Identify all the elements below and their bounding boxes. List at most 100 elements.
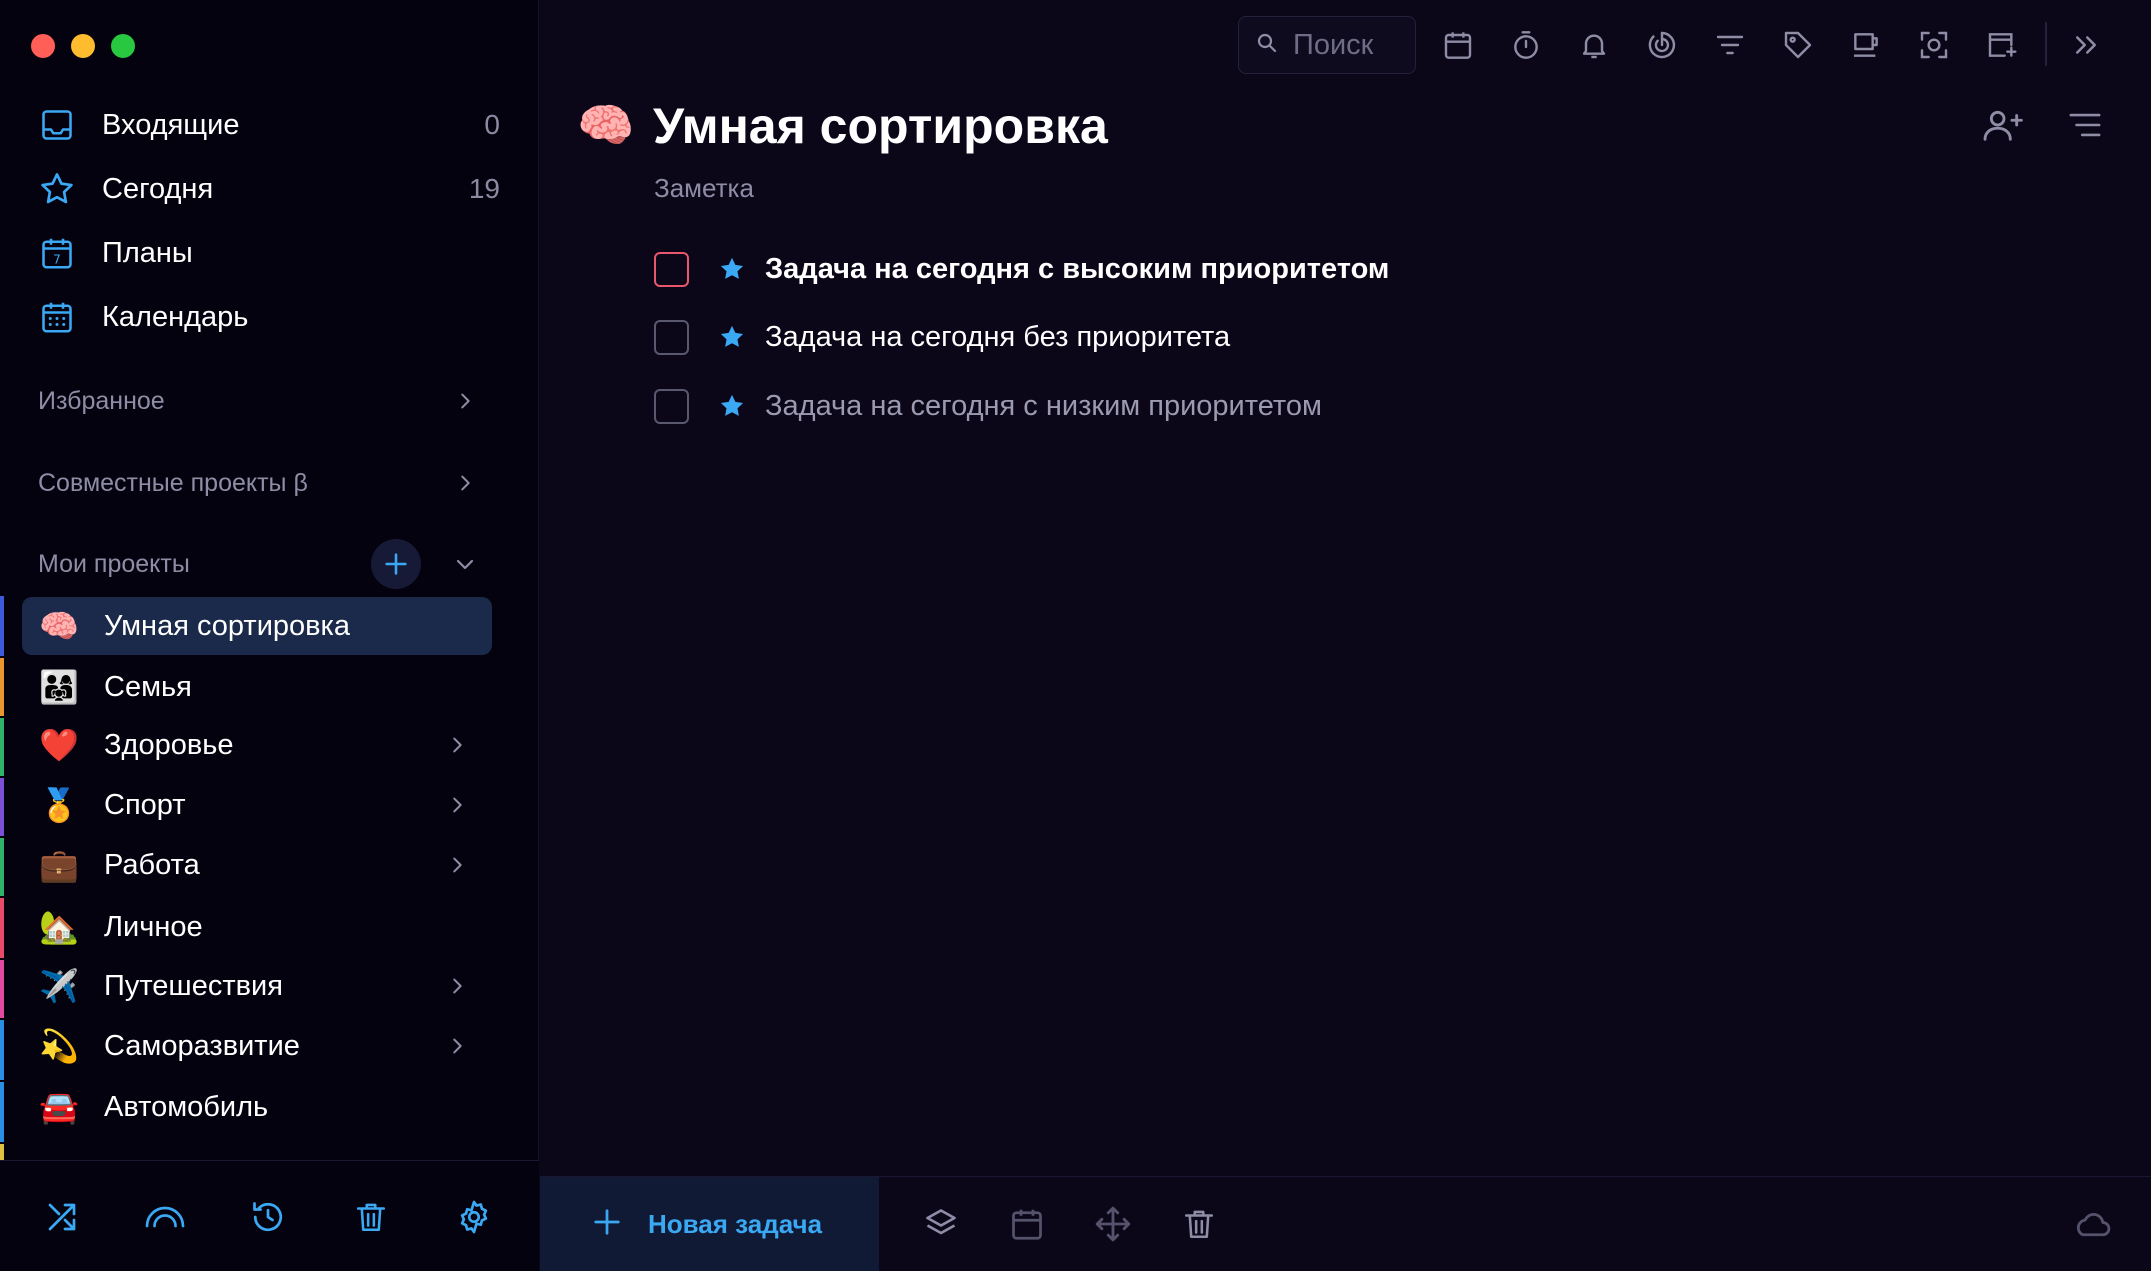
calendar-icon[interactable] bbox=[1002, 1199, 1052, 1249]
chevron-right-icon[interactable] bbox=[442, 790, 472, 820]
task-checkbox[interactable] bbox=[654, 319, 689, 355]
focus-icon[interactable] bbox=[1911, 22, 1957, 68]
sort-icon[interactable] bbox=[2058, 100, 2112, 150]
car-icon: 🚘 bbox=[39, 1089, 79, 1125]
house-icon: 🏡 bbox=[39, 909, 79, 945]
svg-text:7: 7 bbox=[53, 253, 61, 267]
pomodoro-icon[interactable] bbox=[1639, 22, 1685, 68]
calendar-7-icon: 7 bbox=[38, 234, 76, 272]
project-label: Автомобиль bbox=[104, 1090, 269, 1123]
calendar-grid-icon bbox=[38, 298, 76, 336]
task-title[interactable]: Задача на сегодня без приоритета bbox=[765, 321, 1230, 354]
project-item-smart-sort[interactable]: 🧠 Умная сортировка bbox=[22, 597, 492, 655]
section-favorites[interactable]: Избранное bbox=[38, 379, 480, 423]
star-icon bbox=[717, 254, 747, 284]
nav-item-calendar[interactable]: Календарь bbox=[38, 292, 500, 342]
nav-count: 0 bbox=[484, 109, 500, 140]
section-label: Совместные проекты β bbox=[38, 468, 308, 497]
heart-icon: ❤️ bbox=[39, 727, 79, 763]
window-zoom-button[interactable] bbox=[111, 34, 135, 58]
task-checkbox[interactable] bbox=[654, 388, 689, 424]
new-task-button[interactable]: Новая задача bbox=[540, 1177, 879, 1271]
project-color-bar bbox=[0, 718, 4, 776]
project-label: Работа bbox=[104, 848, 200, 881]
calendar-icon[interactable] bbox=[1435, 22, 1481, 68]
star-icon bbox=[717, 391, 747, 421]
shuffle-icon[interactable] bbox=[37, 1192, 87, 1242]
dizzy-star-icon: 💫 bbox=[39, 1028, 79, 1064]
sidebar-bottom-bar bbox=[0, 1160, 539, 1271]
move-icon[interactable] bbox=[1088, 1199, 1138, 1249]
airplane-icon: ✈️ bbox=[39, 968, 79, 1004]
project-item-personal[interactable]: 🏡 Личное bbox=[22, 898, 492, 956]
task-row[interactable]: Задача на сегодня с низким приоритетом bbox=[654, 381, 1322, 431]
project-note[interactable]: Заметка bbox=[654, 173, 754, 204]
settings-icon[interactable] bbox=[449, 1192, 499, 1242]
star-icon bbox=[717, 322, 747, 352]
nav-label: Календарь bbox=[102, 300, 249, 333]
task-title[interactable]: Задача на сегодня с низким приоритетом bbox=[765, 390, 1322, 423]
project-label: Саморазвитие bbox=[104, 1029, 300, 1062]
search-input[interactable] bbox=[1293, 28, 1403, 62]
project-item-car[interactable]: 🚘 Автомобиль bbox=[22, 1078, 492, 1136]
window-close-button[interactable] bbox=[31, 34, 55, 58]
section-label: Избранное bbox=[38, 386, 165, 415]
coffee-icon[interactable] bbox=[1843, 22, 1889, 68]
layers-icon[interactable] bbox=[916, 1199, 966, 1249]
project-label: Личное bbox=[104, 910, 203, 943]
inbox-icon bbox=[38, 106, 76, 144]
task-row[interactable]: Задача на сегодня с высоким приоритетом bbox=[654, 244, 1389, 294]
project-label: Путешествия bbox=[104, 969, 283, 1002]
nav-item-inbox[interactable]: Входящие 0 bbox=[38, 100, 500, 150]
nav-item-plans[interactable]: 7 Планы bbox=[38, 228, 500, 278]
project-color-bar bbox=[0, 960, 4, 1018]
bell-icon[interactable] bbox=[1571, 22, 1617, 68]
chevron-down-icon[interactable] bbox=[450, 549, 480, 579]
filter-icon[interactable] bbox=[1707, 22, 1753, 68]
new-task-label: Новая задача bbox=[648, 1209, 823, 1239]
task-row[interactable]: Задача на сегодня без приоритета bbox=[654, 312, 1230, 362]
project-label: Семья bbox=[104, 670, 192, 703]
chevron-right-icon[interactable] bbox=[442, 1031, 472, 1061]
section-shared-projects[interactable]: Совместные проекты β bbox=[38, 461, 480, 505]
timer-icon[interactable] bbox=[1503, 22, 1549, 68]
task-checkbox[interactable] bbox=[654, 251, 689, 287]
trash-icon[interactable] bbox=[1174, 1199, 1224, 1249]
chevron-right-icon[interactable] bbox=[442, 971, 472, 1001]
project-item-work[interactable]: 💼 Работа bbox=[22, 836, 492, 894]
project-item-health[interactable]: ❤️ Здоровье bbox=[22, 716, 492, 774]
project-item-self-development[interactable]: 💫 Саморазвитие bbox=[22, 1017, 492, 1075]
trash-icon[interactable] bbox=[346, 1192, 396, 1242]
add-member-icon[interactable] bbox=[1977, 100, 2031, 150]
nav-label: Планы bbox=[102, 236, 193, 269]
nav-item-today[interactable]: Сегодня 19 bbox=[38, 164, 500, 214]
project-color-bar bbox=[0, 1020, 4, 1080]
add-project-button[interactable] bbox=[371, 539, 421, 589]
collapse-icon[interactable] bbox=[2063, 22, 2109, 68]
project-item-travel[interactable]: ✈️ Путешествия bbox=[22, 957, 492, 1015]
rainbow-icon[interactable] bbox=[140, 1192, 190, 1242]
project-color-bar bbox=[0, 838, 4, 896]
plus-icon bbox=[592, 1207, 622, 1242]
project-color-bar bbox=[0, 778, 4, 836]
history-icon[interactable] bbox=[243, 1192, 293, 1242]
chevron-right-icon[interactable] bbox=[442, 730, 472, 760]
chevron-right-icon[interactable] bbox=[442, 850, 472, 880]
chevron-right-icon bbox=[450, 386, 480, 416]
project-color-bar bbox=[0, 1144, 4, 1160]
project-item-sport[interactable]: 🏅 Спорт bbox=[22, 776, 492, 834]
project-label: Здоровье bbox=[104, 728, 234, 761]
page-title[interactable]: Умная сортировка bbox=[653, 96, 1108, 156]
search-box[interactable] bbox=[1238, 16, 1416, 74]
add-calendar-icon[interactable] bbox=[1979, 22, 2025, 68]
project-item-family[interactable]: 👨‍👩‍👧 Семья bbox=[22, 658, 492, 716]
search-icon bbox=[1255, 31, 1279, 60]
brain-icon: 🧠 bbox=[39, 608, 79, 644]
cloud-icon[interactable] bbox=[2067, 1199, 2117, 1249]
project-color-bar bbox=[0, 658, 4, 716]
briefcase-icon: 💼 bbox=[39, 847, 79, 883]
project-color-bar bbox=[0, 596, 4, 656]
task-title[interactable]: Задача на сегодня с высоким приоритетом bbox=[765, 253, 1389, 286]
window-minimize-button[interactable] bbox=[71, 34, 95, 58]
tag-icon[interactable] bbox=[1775, 22, 1821, 68]
